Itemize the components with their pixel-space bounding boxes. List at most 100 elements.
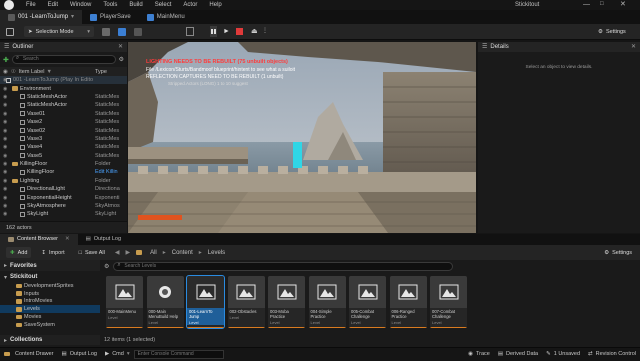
folder-tree-item[interactable]: Inputs bbox=[16, 290, 100, 298]
output-log-button[interactable]: ▤ Output Log bbox=[58, 348, 101, 361]
close-panel-icon[interactable]: ✕ bbox=[118, 42, 123, 52]
visibility-eye-icon[interactable]: ◉ bbox=[3, 169, 7, 175]
asset-tile[interactable]: 002-Obstacles Level bbox=[227, 276, 265, 328]
levels-search-input[interactable]: Search Levels bbox=[113, 262, 454, 271]
trace-button[interactable]: ◉ Trace bbox=[464, 348, 494, 361]
outliner-row[interactable]: ◉ 001 -LearnToJump (Play In Edito bbox=[0, 76, 127, 85]
save-all-button[interactable]: □ Save All bbox=[75, 247, 109, 258]
minimize-icon[interactable]: — bbox=[583, 1, 590, 8]
visibility-eye-icon[interactable]: ◉ bbox=[3, 153, 7, 159]
content-settings-button[interactable]: ⚙ Settings bbox=[600, 247, 636, 258]
stickitout-header[interactable]: ▾ Stickitout bbox=[0, 272, 100, 282]
tab-main-menu[interactable]: MainMenu bbox=[139, 10, 193, 24]
outliner-row[interactable]: ◉ ExponentialHeight Exponenti bbox=[0, 193, 127, 201]
outliner-row[interactable]: ◉ Vase02 StaticMes bbox=[0, 126, 127, 134]
eject-icon[interactable]: ⏏ bbox=[251, 27, 258, 35]
folder-tree-item[interactable]: IntroMovies bbox=[16, 298, 100, 306]
derived-data-button[interactable]: ▤ Derived Data bbox=[494, 348, 542, 361]
visibility-eye-icon[interactable]: ◉ bbox=[3, 69, 8, 75]
outliner-row[interactable]: ◉ Environment bbox=[0, 84, 127, 92]
asset-tile[interactable]: 006-Ranged Practice Level bbox=[389, 276, 427, 328]
path-content[interactable]: Content bbox=[172, 250, 193, 256]
close-window-icon[interactable]: ✕ bbox=[620, 0, 626, 8]
visibility-eye-icon[interactable]: ◉ bbox=[3, 211, 7, 217]
outliner-row[interactable]: ◉ SkyAtmosphere SkyAtmos bbox=[0, 202, 127, 210]
menu-build[interactable]: Build bbox=[123, 0, 148, 10]
visibility-eye-icon[interactable]: ◉ bbox=[3, 186, 7, 192]
add-actor-icon[interactable]: ✚ bbox=[3, 56, 9, 64]
tab-current-level[interactable]: 001 -LearnToJump ▾ bbox=[0, 10, 83, 24]
tab-output-log[interactable]: ▤ Output Log bbox=[78, 234, 129, 245]
more-options-icon[interactable]: ⋮ bbox=[262, 27, 268, 34]
menu-actor[interactable]: Actor bbox=[177, 0, 203, 10]
folder-tree-item[interactable]: SaveSystem bbox=[16, 321, 100, 329]
pause-button[interactable] bbox=[210, 26, 217, 37]
visibility-eye-icon[interactable]: ◉ bbox=[3, 86, 7, 92]
nav-forward-icon[interactable]: ▶ bbox=[125, 249, 130, 256]
visibility-eye-icon[interactable]: ◉ bbox=[3, 136, 7, 142]
outliner-row[interactable]: ◉ SkyLight SkyLight bbox=[0, 210, 127, 218]
outliner-row[interactable]: ◉ KillingFloor Edit Killin bbox=[0, 168, 127, 176]
save-icon[interactable] bbox=[6, 28, 14, 36]
close-tab-icon[interactable]: ✕ bbox=[65, 234, 70, 245]
folder-tree-item[interactable]: Levels bbox=[0, 305, 100, 314]
path-levels[interactable]: Levels bbox=[208, 250, 225, 256]
collections-header[interactable]: ▸ Collections bbox=[0, 335, 100, 345]
visibility-eye-icon[interactable]: ◉ bbox=[3, 161, 7, 167]
outliner-row[interactable]: ◉ StaticMeshActor StaticMes bbox=[0, 93, 127, 101]
stop-button[interactable] bbox=[236, 28, 243, 35]
asset-tile[interactable]: 001-LearnTo Jump Level bbox=[186, 275, 225, 329]
settings-button[interactable]: ⚙ Settings bbox=[594, 26, 636, 37]
asset-tile[interactable]: 007-Combat Challenge Level bbox=[430, 276, 467, 328]
step-icon[interactable]: ► bbox=[223, 28, 230, 35]
visibility-eye-icon[interactable]: ◉ bbox=[3, 102, 7, 108]
outliner-row[interactable]: ◉ Lighting Folder bbox=[0, 177, 127, 185]
col-type[interactable]: Type bbox=[95, 69, 107, 75]
outliner-row[interactable]: ◉ Vase5 StaticMes bbox=[0, 152, 127, 160]
menu-edit[interactable]: Edit bbox=[42, 0, 64, 10]
play-mode-frame-icon[interactable] bbox=[186, 27, 194, 36]
asset-tile[interactable]: 000-MainMenu Level bbox=[106, 276, 143, 328]
visibility-eye-icon[interactable]: ◉ bbox=[3, 203, 7, 209]
visibility-eye-icon[interactable]: ◉ bbox=[3, 77, 7, 83]
visibility-eye-icon[interactable]: ◉ bbox=[3, 195, 7, 201]
nav-back-icon[interactable]: ◀ bbox=[115, 249, 120, 256]
filter-icon[interactable]: ⚙ bbox=[104, 263, 109, 270]
outliner-row[interactable]: ◉ KillingFloor Folder bbox=[0, 160, 127, 168]
tab-player-save[interactable]: PlayerSave bbox=[82, 10, 139, 24]
visibility-eye-icon[interactable]: ◉ bbox=[3, 144, 7, 150]
visibility-eye-icon[interactable]: ◉ bbox=[3, 128, 7, 134]
level-viewport[interactable]: LIGHTING NEEDS TO BE REBUILT (75 unbuilt… bbox=[128, 42, 476, 233]
revision-control-button[interactable]: ⇄ Revision Control bbox=[584, 348, 640, 361]
outliner-row[interactable]: ◉ StaticMeshActor StaticMes bbox=[0, 101, 127, 109]
visibility-eye-icon[interactable]: ◉ bbox=[3, 111, 7, 117]
asset-tile[interactable]: 005-Combat Challenge Level bbox=[349, 276, 386, 328]
favorites-header[interactable]: ▸ Favorites bbox=[0, 260, 100, 271]
menu-file[interactable]: File bbox=[20, 0, 42, 10]
visibility-eye-icon[interactable]: ◉ bbox=[3, 119, 7, 125]
outliner-row[interactable]: ◉ DirectionalLight Directiona bbox=[0, 185, 127, 193]
outliner-row[interactable]: ◉ Vase01 StaticMes bbox=[0, 110, 127, 118]
asset-tile[interactable]: 004-Simple Practice Level bbox=[308, 276, 346, 328]
unsaved-button[interactable]: ✎ 1 Unsaved bbox=[542, 348, 584, 361]
console-command-input[interactable]: Enter Console Command bbox=[133, 349, 224, 359]
add-button[interactable]: ✚ Add bbox=[6, 247, 32, 258]
folder-tree-item[interactable]: DevelopmentSprites bbox=[16, 282, 100, 290]
menu-select[interactable]: Select bbox=[149, 0, 178, 10]
lock-icon[interactable]: ☉ bbox=[11, 69, 16, 75]
menu-window[interactable]: Window bbox=[64, 0, 97, 10]
cmd-dropdown[interactable]: ▶ Cmd ▾ bbox=[101, 348, 134, 361]
maximize-icon[interactable]: □ bbox=[600, 1, 604, 7]
cinematics-icon[interactable] bbox=[134, 28, 142, 36]
menu-help[interactable]: Help bbox=[203, 0, 227, 10]
close-panel-icon[interactable]: ✕ bbox=[631, 42, 636, 52]
content-drawer-button[interactable]: Content Drawer bbox=[0, 348, 58, 361]
asset-tile[interactable]: 000-Main MenuBuild Help Level bbox=[146, 276, 184, 328]
path-all[interactable]: All bbox=[150, 250, 157, 256]
folder-tree-item[interactable]: Movies bbox=[16, 313, 100, 321]
import-button[interactable]: ↧ Import bbox=[37, 247, 68, 258]
content-icon[interactable] bbox=[102, 28, 110, 36]
visibility-eye-icon[interactable]: ◉ bbox=[3, 94, 7, 100]
outliner-filter-icon[interactable]: ⚙ bbox=[119, 56, 124, 63]
visibility-eye-icon[interactable]: ◉ bbox=[3, 178, 7, 184]
